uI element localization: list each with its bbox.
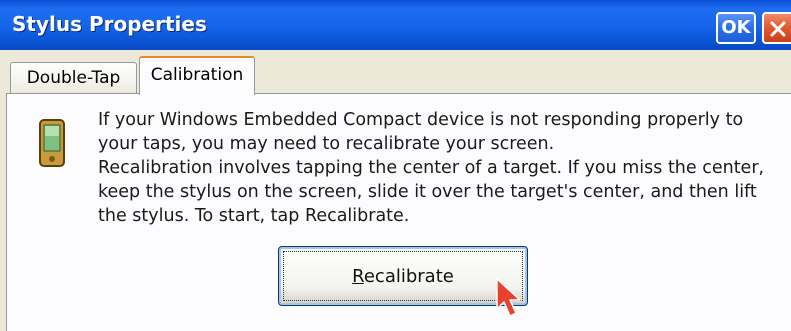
mouse-cursor-icon — [496, 278, 521, 317]
recalibrate-label-rest: ecalibrate — [363, 266, 454, 287]
pda-device-icon — [39, 119, 65, 167]
stylus-properties-dialog: Stylus Properties OK Double-Tap Calibrat… — [0, 0, 791, 331]
tab-calibration[interactable]: Calibration — [139, 56, 255, 95]
window-title: Stylus Properties — [12, 12, 207, 36]
tab-double-tap[interactable]: Double-Tap — [10, 62, 137, 94]
close-button[interactable] — [762, 12, 791, 44]
title-bar: Stylus Properties OK — [0, 0, 791, 50]
recalibrate-button[interactable]: Recalibrate — [278, 246, 528, 306]
description-paragraph-1: If your Windows Embedded Compact device … — [98, 110, 744, 154]
recalibrate-button-label: Recalibrate — [283, 251, 523, 301]
description-paragraph-2: Recalibration involves tapping the cente… — [98, 158, 765, 226]
close-icon — [770, 21, 786, 37]
ok-button[interactable]: OK — [716, 12, 756, 44]
calibration-description: If your Windows Embedded Compact device … — [98, 108, 788, 228]
recalibrate-accelerator-key: R — [352, 266, 364, 287]
tab-strip: Double-Tap Calibration — [0, 50, 791, 95]
